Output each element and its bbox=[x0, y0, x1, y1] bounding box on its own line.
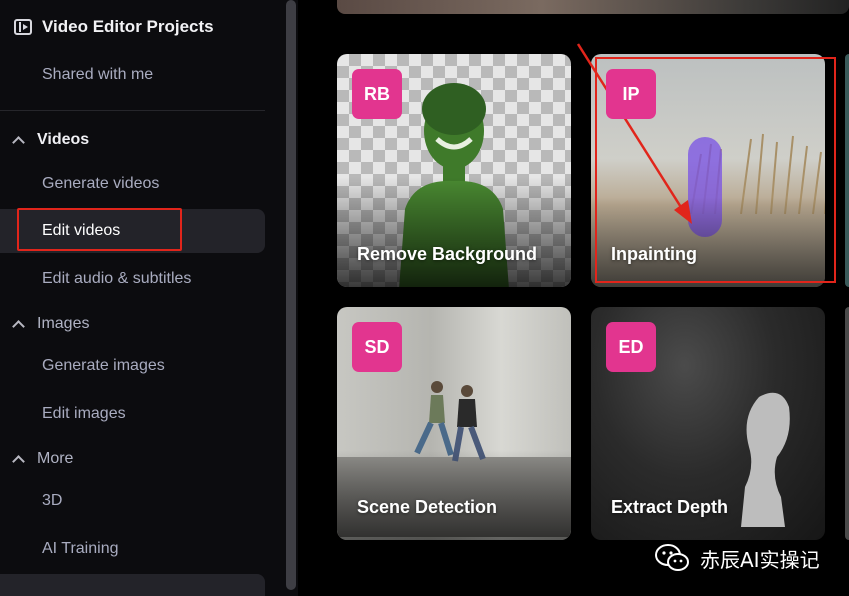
section-videos[interactable]: Videos bbox=[12, 131, 90, 149]
tool-label: Scene Detection bbox=[357, 497, 498, 517]
tool-badge: IP bbox=[606, 69, 656, 119]
annotation-highlight-edit-videos bbox=[17, 208, 182, 251]
sidebar-item-generate-images[interactable]: Generate images bbox=[42, 357, 165, 375]
chevron-up-icon bbox=[12, 455, 25, 468]
sidebar: Video Editor Projects Shared with me Vid… bbox=[0, 0, 284, 596]
tool-badge: ED bbox=[606, 322, 656, 372]
section-videos-label: Videos bbox=[37, 131, 90, 148]
chevron-up-icon bbox=[12, 320, 25, 333]
sidebar-item-ai-training[interactable]: AI Training bbox=[42, 540, 118, 558]
project-title: Video Editor Projects bbox=[42, 17, 214, 36]
tool-card-remove-background[interactable]: RB Remove Background bbox=[337, 54, 571, 287]
tool-card-scene-detection[interactable]: SD Scene Detection bbox=[337, 307, 571, 540]
project-link[interactable]: Video Editor Projects bbox=[14, 14, 214, 40]
depth-map-image bbox=[741, 392, 790, 527]
scrollbar-thumb[interactable] bbox=[286, 0, 296, 590]
chevron-up-icon bbox=[12, 136, 25, 149]
film-editor-icon bbox=[14, 19, 32, 35]
tool-badge: RB bbox=[352, 69, 402, 119]
watermark: 赤辰AI实操记 bbox=[654, 543, 820, 573]
previous-card-row[interactable] bbox=[337, 0, 849, 14]
tool-label: Remove Background bbox=[357, 244, 538, 264]
sidebar-item-3d[interactable]: 3D bbox=[42, 492, 62, 510]
section-images-label: Images bbox=[37, 315, 90, 332]
next-card-peek[interactable] bbox=[845, 307, 849, 540]
sidebar-scrollbar[interactable] bbox=[284, 0, 298, 596]
wechat-icon bbox=[655, 544, 689, 571]
sidebar-item-shared[interactable]: Shared with me bbox=[42, 66, 153, 84]
tool-label: Inpainting bbox=[611, 244, 697, 264]
sidebar-item-edit-audio[interactable]: Edit audio & subtitles bbox=[42, 270, 191, 288]
sidebar-item-partial[interactable] bbox=[0, 574, 265, 596]
tool-label: Extract Depth bbox=[611, 497, 729, 517]
next-card-peek[interactable] bbox=[845, 54, 849, 287]
section-more-label: More bbox=[37, 450, 74, 467]
sidebar-item-generate-videos[interactable]: Generate videos bbox=[42, 175, 159, 193]
watermark-text: 赤辰AI实操记 bbox=[700, 547, 820, 572]
sidebar-divider bbox=[0, 110, 265, 111]
tool-card-extract-depth[interactable]: ED Extract Depth bbox=[591, 307, 825, 540]
section-more[interactable]: More bbox=[12, 450, 74, 468]
running-people-image bbox=[414, 381, 486, 462]
sidebar-item-edit-images[interactable]: Edit images bbox=[42, 405, 126, 423]
tool-badge: SD bbox=[352, 322, 402, 372]
section-images[interactable]: Images bbox=[12, 315, 90, 333]
